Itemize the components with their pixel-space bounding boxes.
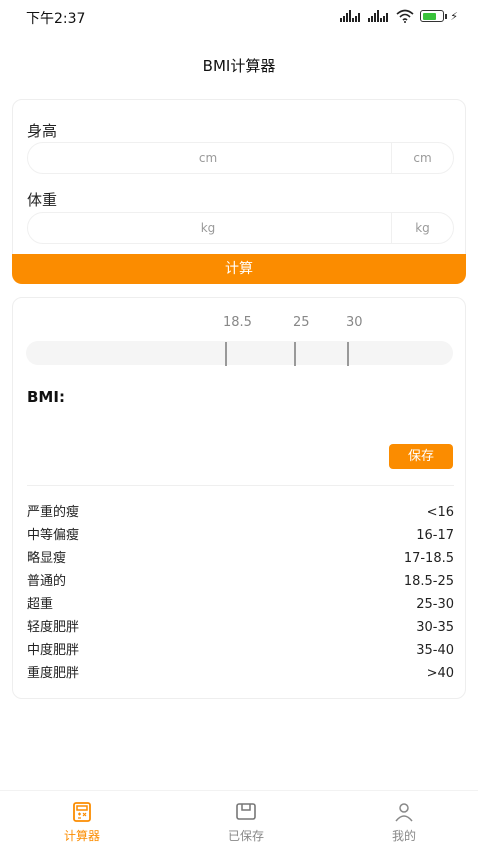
height-field: cm xyxy=(27,142,454,174)
signal-icon xyxy=(368,10,389,22)
weight-field: kg xyxy=(27,212,454,244)
range-name: 超重 xyxy=(27,597,54,612)
tab-saved[interactable]: 已保存 xyxy=(186,791,306,849)
range-row: 重度肥胖 >40 xyxy=(27,662,454,685)
range-name: 普通的 xyxy=(27,574,67,589)
range-value: 30-35 xyxy=(416,620,454,635)
scale-label: 30 xyxy=(346,315,363,330)
range-name: 略显瘦 xyxy=(27,551,67,566)
range-row: 普通的 18.5-25 xyxy=(27,570,454,593)
range-name: 重度肥胖 xyxy=(27,666,80,681)
range-value: 17-18.5 xyxy=(403,551,454,566)
range-value: >40 xyxy=(426,666,454,681)
range-value: <16 xyxy=(426,505,454,520)
scale-tick xyxy=(294,342,296,366)
calculate-button[interactable]: 计算 xyxy=(12,254,466,284)
tab-label: 我的 xyxy=(391,829,416,843)
weight-label: 体重 xyxy=(27,191,58,209)
range-name: 轻度肥胖 xyxy=(27,620,80,635)
scale-label: 25 xyxy=(293,315,310,330)
status-time: 下午2:37 xyxy=(26,11,86,27)
save-button[interactable]: 保存 xyxy=(389,444,453,469)
bottom-tab-bar: 计算器 已保存 我的 xyxy=(0,790,478,850)
input-card: 身高 cm 体重 kg xyxy=(12,99,466,269)
bmi-scale-bar xyxy=(26,341,453,365)
saved-icon xyxy=(236,803,256,820)
bmi-label: BMI: xyxy=(27,388,65,406)
height-input[interactable] xyxy=(28,143,388,173)
range-name: 中等偏瘦 xyxy=(27,528,80,543)
range-value: 16-17 xyxy=(416,528,454,543)
signal-icon xyxy=(340,10,361,22)
tab-mine[interactable]: 我的 xyxy=(344,791,464,849)
scale-label: 18.5 xyxy=(223,315,252,330)
battery-icon xyxy=(420,10,448,22)
range-row: 中等偏瘦 16-17 xyxy=(27,524,454,547)
scale-tick xyxy=(347,342,349,366)
bmi-range-list: 严重的瘦 <16 中等偏瘦 16-17 略显瘦 17-18.5 普通的 18.5-25 超重 25… xyxy=(27,501,454,685)
page-title: BMI计算器 xyxy=(202,57,276,75)
calculator-icon xyxy=(73,802,91,822)
height-label: 身高 xyxy=(27,122,58,140)
range-value: 25-30 xyxy=(416,597,454,612)
range-value: 18.5-25 xyxy=(403,574,454,589)
height-unit: cm xyxy=(391,143,453,173)
weight-input[interactable] xyxy=(28,213,388,243)
range-row: 超重 25-30 xyxy=(27,593,454,616)
range-row: 中度肥胖 35-40 xyxy=(27,639,454,662)
scale-tick xyxy=(225,342,227,366)
range-value: 35-40 xyxy=(416,643,454,658)
weight-unit: kg xyxy=(391,213,453,243)
range-name: 中度肥胖 xyxy=(27,643,80,658)
divider xyxy=(27,485,454,486)
status-bar: 下午2:37 ⚡ xyxy=(0,0,478,40)
tab-label: 计算器 xyxy=(63,829,100,843)
battery-level xyxy=(422,12,437,20)
wifi-icon xyxy=(396,9,414,23)
result-card: 18.5 25 30 BMI: 保存 严重的瘦 <16 中等偏瘦 16-17 略显瘦 17… xyxy=(12,297,466,699)
tab-calculator[interactable]: 计算器 xyxy=(22,791,142,849)
range-row: 严重的瘦 <16 xyxy=(27,501,454,524)
person-icon xyxy=(395,803,413,822)
range-row: 轻度肥胖 30-35 xyxy=(27,616,454,639)
range-name: 严重的瘦 xyxy=(27,505,80,520)
range-row: 略显瘦 17-18.5 xyxy=(27,547,454,570)
tab-label: 已保存 xyxy=(227,829,264,843)
charging-icon: ⚡ xyxy=(450,9,458,23)
status-icons: ⚡ xyxy=(340,9,458,23)
